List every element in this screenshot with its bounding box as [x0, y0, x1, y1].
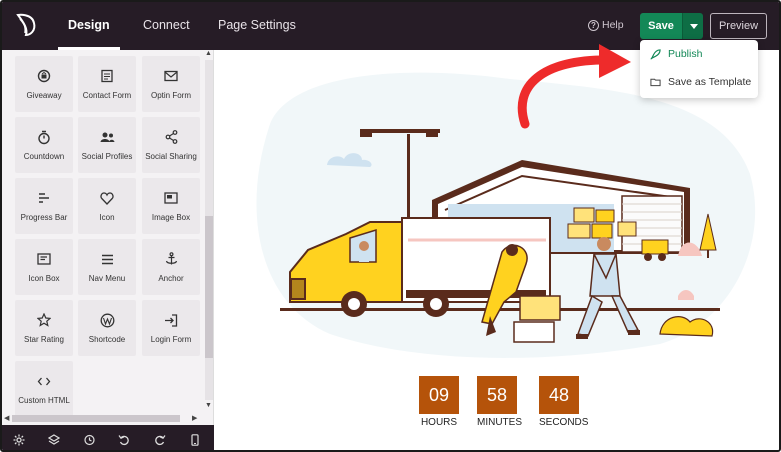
help-icon: ?: [588, 19, 599, 31]
gift-badge-icon: [37, 69, 51, 83]
block-icon-box[interactable]: Icon Box: [15, 239, 73, 295]
block-label: Contact Form: [82, 91, 132, 100]
tab-design[interactable]: Design: [58, 2, 120, 50]
wordpress-icon: [100, 313, 114, 327]
tab-connect[interactable]: Connect: [143, 2, 190, 50]
scroll-left-arrow-icon[interactable]: ◀: [4, 414, 9, 422]
block-label: Social Sharing: [145, 152, 197, 161]
block-label: Anchor: [158, 274, 184, 283]
block-label: Countdown: [23, 152, 65, 161]
countdown-seconds: 48 SECONDS: [539, 376, 589, 428]
block-label: Shortcode: [88, 335, 126, 344]
block-star-rating[interactable]: Star Rating: [15, 300, 73, 356]
countdown-hours: 09 HOURS: [419, 376, 459, 428]
save-button[interactable]: Save: [640, 13, 682, 39]
block-optin-form[interactable]: Optin Form: [142, 56, 200, 112]
block-label: Star Rating: [23, 335, 65, 344]
mobile-preview-icon[interactable]: [189, 434, 201, 446]
block-nav-menu[interactable]: Nav Menu: [78, 239, 136, 295]
save-options-caret-icon[interactable]: [682, 13, 703, 39]
countdown-label: MINUTES: [477, 417, 522, 428]
block-label: Login Form: [150, 335, 192, 344]
save-dropdown-menu: Publish Save as Template: [640, 40, 758, 98]
icon-box-icon: [37, 253, 51, 265]
block-label: Icon: [99, 213, 115, 222]
blocks-sidebar: Giveaway Contact Form Optin Form Countdo…: [2, 50, 214, 450]
block-label: Nav Menu: [88, 274, 126, 283]
delivery-truck-illustration: [256, 72, 756, 358]
block-progress-bar[interactable]: Progress Bar: [15, 178, 73, 234]
block-label: Optin Form: [150, 91, 191, 100]
sidebar-vertical-scrollbar[interactable]: ▲ ▼: [202, 50, 213, 412]
block-label: Progress Bar: [20, 213, 68, 222]
block-image-box[interactable]: Image Box: [142, 178, 200, 234]
anchor-icon: [165, 252, 177, 265]
share-icon: [165, 130, 177, 144]
block-anchor[interactable]: Anchor: [142, 239, 200, 295]
publish-label: Publish: [668, 48, 703, 60]
app-window: Design Connect Page Settings ? Help Save…: [0, 0, 781, 452]
countdown-minutes: 58 MINUTES: [477, 376, 522, 428]
stopwatch-icon: [38, 130, 50, 144]
help-label: Help: [602, 19, 624, 31]
undo-icon[interactable]: [118, 434, 130, 446]
tab-page-settings[interactable]: Page Settings: [218, 2, 296, 50]
block-login-form[interactable]: Login Form: [142, 300, 200, 356]
help-link[interactable]: ? Help: [588, 19, 624, 31]
scroll-right-arrow-icon[interactable]: ▶: [192, 414, 197, 422]
red-annotation-arrow: [517, 44, 631, 129]
block-custom-html[interactable]: Custom HTML: [15, 361, 73, 417]
countdown-label: SECONDS: [539, 417, 589, 428]
sidebar-horizontal-scrollbar[interactable]: ◀ ▶: [2, 413, 214, 424]
sidebar-bottom-toolbar: [2, 425, 214, 450]
star-icon: [37, 313, 51, 327]
menu-item-save-as-template[interactable]: Save as Template: [650, 76, 751, 88]
scroll-down-arrow-icon[interactable]: ▼: [205, 402, 212, 409]
seedprod-logo-icon[interactable]: [14, 11, 40, 39]
settings-icon[interactable]: [13, 434, 25, 446]
envelope-icon: [164, 70, 178, 82]
block-label: Icon Box: [28, 274, 60, 283]
rocket-icon: [650, 48, 661, 60]
heart-icon: [100, 191, 114, 205]
menu-icon: [101, 254, 113, 264]
redo-icon[interactable]: [154, 434, 166, 446]
countdown-label: HOURS: [420, 417, 458, 428]
menu-item-publish[interactable]: Publish: [650, 48, 702, 60]
block-label: Social Profiles: [81, 152, 133, 161]
save-as-template-label: Save as Template: [668, 76, 752, 88]
preview-button[interactable]: Preview: [710, 13, 767, 39]
block-social-profiles[interactable]: Social Profiles: [78, 117, 136, 173]
block-label: Image Box: [151, 213, 191, 222]
block-icon[interactable]: Icon: [78, 178, 136, 234]
block-shortcode[interactable]: Shortcode: [78, 300, 136, 356]
block-label: Giveaway: [26, 91, 62, 100]
scroll-up-arrow-icon[interactable]: ▲: [205, 50, 212, 57]
history-icon[interactable]: [83, 434, 95, 446]
folder-icon: [650, 78, 661, 87]
block-social-sharing[interactable]: Social Sharing: [142, 117, 200, 173]
scroll-thumb[interactable]: [205, 216, 213, 358]
layers-icon[interactable]: [48, 434, 60, 446]
login-icon: [165, 313, 178, 327]
countdown-value: 58: [477, 376, 517, 414]
form-icon: [101, 69, 113, 83]
bars-icon: [39, 193, 49, 203]
scroll-thumb[interactable]: [12, 415, 180, 422]
countdown-value: 48: [539, 376, 579, 414]
block-contact-form[interactable]: Contact Form: [78, 56, 136, 112]
block-label: Custom HTML: [18, 396, 70, 405]
block-giveaway[interactable]: Giveaway: [15, 56, 73, 112]
block-countdown[interactable]: Countdown: [15, 117, 73, 173]
users-icon: [100, 132, 114, 142]
image-box-icon: [164, 192, 178, 204]
code-icon: [37, 377, 51, 385]
countdown-value: 09: [419, 376, 459, 414]
